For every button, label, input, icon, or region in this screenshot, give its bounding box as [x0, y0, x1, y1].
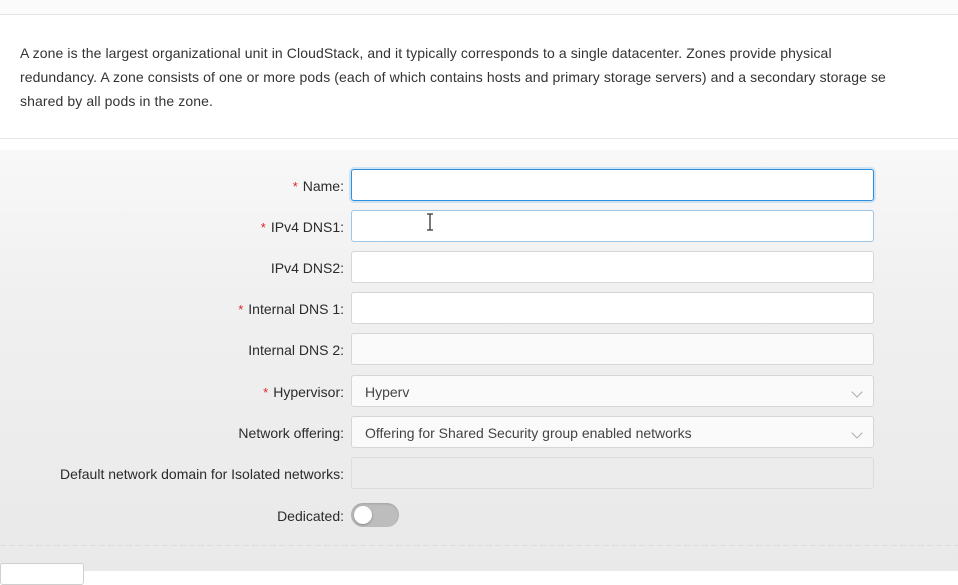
ipv4-dns1-label: * IPv4 DNS1: [261, 210, 344, 244]
default-domain-label: Default network domain for Isolated netw… [60, 457, 344, 491]
ipv4-dns1-row: * IPv4 DNS1: [0, 210, 958, 244]
required-mark: * [260, 220, 266, 235]
chevron-down-icon [851, 386, 863, 398]
dedicated-label-text: Dedicated [277, 508, 341, 524]
hypervisor-select[interactable]: Hyperv [351, 375, 874, 407]
default-domain-input[interactable] [352, 458, 873, 488]
name-field[interactable] [351, 169, 874, 201]
internal-dns1-label: * Internal DNS 1: [238, 292, 344, 326]
description-line-2: redundancy. A zone consists of one or mo… [20, 69, 886, 85]
footer-divider [0, 545, 958, 546]
top-header-strip [0, 0, 958, 15]
name-label-text: Name [302, 178, 341, 194]
internal-dns1-field[interactable] [351, 292, 874, 324]
network-offering-row: Network offering: Offering for Shared Se… [0, 416, 958, 450]
dedicated-toggle[interactable] [351, 503, 399, 527]
ipv4-dns2-input[interactable] [352, 252, 873, 282]
hypervisor-label: * Hypervisor: [263, 375, 344, 409]
hypervisor-selected-value: Hyperv [365, 384, 410, 400]
internal-dns1-label-text: Internal DNS 1 [248, 301, 341, 317]
internal-dns2-label-text: Internal DNS 2 [248, 342, 341, 358]
label-colon: : [340, 384, 344, 400]
internal-dns1-input[interactable] [352, 293, 873, 323]
ipv4-dns2-label-text: IPv4 DNS2 [270, 260, 341, 276]
network-offering-selected-value: Offering for Shared Security group enabl… [365, 425, 692, 441]
hypervisor-row: * Hypervisor: Hyperv [0, 375, 958, 409]
divider [0, 138, 958, 139]
text-cursor-icon [427, 213, 433, 231]
ipv4-dns2-field[interactable] [351, 251, 874, 283]
ipv4-dns2-label: IPv4 DNS2: [271, 251, 344, 285]
hypervisor-label-text: Hypervisor [273, 384, 341, 400]
ipv4-dns2-row: IPv4 DNS2: [0, 251, 958, 285]
required-mark: * [238, 302, 244, 317]
label-colon: : [340, 508, 344, 524]
network-offering-label-text: Network offering [238, 425, 341, 441]
label-colon: : [340, 178, 344, 194]
label-colon: : [340, 425, 344, 441]
internal-dns2-row: Internal DNS 2: [0, 333, 958, 367]
chevron-down-icon [851, 427, 863, 439]
required-mark: * [263, 385, 269, 400]
label-colon: : [340, 342, 344, 358]
internal-dns2-label: Internal DNS 2: [248, 333, 344, 367]
label-colon: : [340, 260, 344, 276]
description-line-1: A zone is the largest organizational uni… [20, 45, 832, 61]
dedicated-label: Dedicated: [277, 499, 344, 533]
footer-button[interactable] [0, 563, 84, 585]
zone-description: A zone is the largest organizational uni… [20, 41, 958, 113]
internal-dns1-row: * Internal DNS 1: [0, 292, 958, 326]
network-offering-label: Network offering: [238, 416, 344, 450]
internal-dns2-input[interactable] [352, 334, 873, 364]
default-domain-field[interactable] [351, 457, 874, 489]
required-mark: * [292, 179, 298, 194]
label-colon: : [340, 301, 344, 317]
default-domain-label-text: Default network domain for Isolated netw… [59, 466, 341, 482]
label-colon: : [340, 466, 344, 482]
name-label: * Name: [293, 169, 344, 203]
dedicated-row: Dedicated: [0, 499, 958, 533]
name-input[interactable] [352, 170, 873, 200]
ipv4-dns1-label-text: IPv4 DNS1 [270, 219, 341, 235]
description-line-3: shared by all pods in the zone. [20, 93, 214, 109]
default-domain-row: Default network domain for Isolated netw… [0, 457, 958, 491]
network-offering-select[interactable]: Offering for Shared Security group enabl… [351, 416, 874, 448]
label-colon: : [340, 219, 344, 235]
name-row: * Name: [0, 169, 958, 203]
toggle-knob [354, 506, 372, 524]
internal-dns2-field[interactable] [351, 333, 874, 365]
